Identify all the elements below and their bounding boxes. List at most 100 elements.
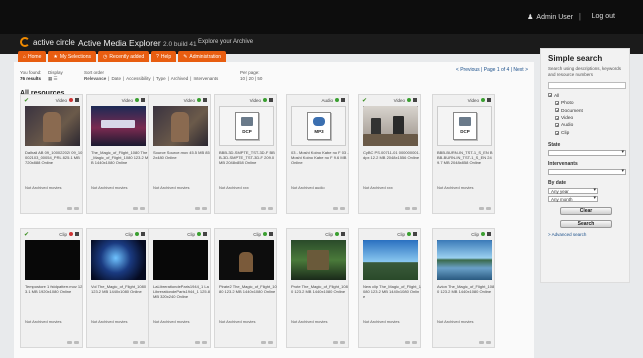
sort-option[interactable]: Type [156,76,166,81]
type-filter-audio[interactable]: ✔ Audio [548,122,622,129]
comment-icon[interactable] [340,341,345,344]
comment-icon[interactable] [140,341,145,344]
thumbnail[interactable] [219,240,274,280]
sort-option[interactable]: Archived [171,76,189,81]
thumbnail[interactable] [153,106,208,146]
checkbox[interactable]: ✔ [555,123,559,128]
search-button[interactable]: Search [560,220,612,229]
resource-card[interactable]: Clip LaLibrerationdeParis1944_1 LaLibrera… [148,228,211,348]
user-menu[interactable]: ♟ Admin User [527,13,573,22]
type-filter-all[interactable]: ✔ All [548,93,622,100]
resource-card[interactable]: ✔ Video Dalhali AB 09_10002202/ 09_1000210… [20,94,83,214]
checkmark-icon[interactable]: ✔ [24,97,29,104]
resource-card[interactable]: ✔ Video CyBC PS.00711-01 000000001.dpx 12.… [358,94,421,214]
resource-card[interactable]: Clip Prote The_Magic_of_Flight_1080 123.2… [286,228,349,348]
comment-icon[interactable] [340,207,345,210]
link-icon[interactable] [261,207,266,210]
grid-view-icon[interactable]: ▦ ☰ [48,76,63,82]
link-icon[interactable] [261,341,266,344]
link-icon[interactable] [333,207,338,210]
previous-link[interactable]: < Previous [456,67,480,73]
comment-icon[interactable] [268,341,273,344]
clear-button[interactable]: Clear [560,207,612,216]
thumbnail[interactable] [437,240,492,280]
thumbnail[interactable] [363,106,418,146]
resource-card[interactable]: Clip New clip The_Magic_of_Flight_1080 12… [358,228,421,348]
intervenants-select[interactable] [548,169,626,176]
checkbox[interactable]: ✔ [555,100,559,105]
resource-type: Clip [397,231,405,237]
link-icon[interactable] [67,207,72,210]
checkmark-icon[interactable]: ✔ [24,231,29,238]
thumbnail[interactable] [363,240,418,280]
logo[interactable]: active circle [20,37,75,47]
thumbnail[interactable] [291,240,346,280]
comment-icon[interactable] [486,341,491,344]
link-icon[interactable] [67,341,72,344]
year-select[interactable]: Any year [548,188,598,195]
resource-info: New clip The_Magic_of_Flight_1080 123.2 … [363,284,421,300]
comment-icon[interactable] [74,207,79,210]
comment-icon[interactable] [202,341,207,344]
thumbnail[interactable] [153,240,208,280]
link-icon[interactable] [333,341,338,344]
link-icon[interactable] [479,341,484,344]
resource-card[interactable]: ✔ Clip Tempostore 1 fstdpatterr.mov 123.1 … [20,228,83,348]
type-filter-document[interactable]: ✔ Document [548,108,622,115]
sort-option[interactable]: Accessibility [126,76,151,81]
archive-status: Not Archived movies [153,185,190,190]
thumbnail[interactable] [25,106,80,146]
mp3-icon[interactable]: MP3 [291,106,346,146]
checkbox[interactable]: ✔ [555,115,559,120]
thumbnail[interactable] [25,240,80,280]
link-icon[interactable] [479,207,484,210]
resource-card[interactable]: Video DCP BBB-3D-SMPTE_TST-3D-F BBB-3D-SMP… [214,94,277,214]
month-select[interactable]: Any month [548,196,598,203]
checkmark-icon[interactable]: ✔ [362,97,367,104]
thumbnail[interactable] [91,240,146,280]
search-input[interactable] [548,81,626,89]
sort-option[interactable]: Relevance [84,76,106,81]
sort-option[interactable]: Date [111,76,121,81]
link-icon[interactable] [133,341,138,344]
intervenants-label: Intervenants [548,161,578,168]
checkbox[interactable]: ✔ [555,130,559,135]
next-link[interactable]: Next > [513,67,528,73]
checkbox[interactable]: ✔ [548,93,552,98]
resource-card[interactable]: Clip Vol The_Magic_of_Flight_1080 123.2 M… [86,228,149,348]
link-icon[interactable] [133,207,138,210]
resource-card[interactable]: Audio MP3 03 - Moshi Koino Kabe no F 03 - … [286,94,349,214]
advanced-search-link[interactable]: > Advanced search [548,232,622,237]
type-filter-video[interactable]: ✔ Video [548,115,622,122]
state-select[interactable] [548,150,626,157]
type-filters: ✔ All ✔ Photo ✔ Document ✔ Video ✔ Audio ✔ Clip [548,93,622,138]
comment-icon[interactable] [268,207,273,210]
comment-icon[interactable] [412,207,417,210]
thumbnail[interactable] [91,106,146,146]
comment-icon[interactable] [412,341,417,344]
checkbox[interactable]: ✔ [555,108,559,113]
type-filter-clip[interactable]: ✔ Clip [548,130,622,137]
link-icon[interactable] [195,341,200,344]
card-actions [479,207,491,210]
resource-card[interactable]: Clip Pirate2 The_Magic_of_Flight_1080 123… [214,228,277,348]
display-toggle[interactable]: Display ▦ ☰ [48,70,63,81]
per-page-options[interactable]: 10 | 20 | 50 [240,76,262,82]
sort-option[interactable]: Intervenants [193,76,218,81]
link-icon[interactable] [195,207,200,210]
resource-card[interactable]: Video DCP BBB-BURN-IN_TST-1_S_EN BBB-BURN-… [432,94,495,214]
resource-card[interactable]: Video The_Magic_of_Flight_1080 The_Magic_… [86,94,149,214]
comment-icon[interactable] [486,207,491,210]
resource-card[interactable]: Clip Avion The_Magic_of_Flight_1080 123.2… [432,228,495,348]
logout-link[interactable]: Log out [592,13,615,20]
resource-info: Dalhali AB 09_10002202/ 09_10002103_0005… [25,150,83,166]
comment-icon[interactable] [140,207,145,210]
type-filter-photo[interactable]: ✔ Photo [548,100,622,107]
dcp-icon[interactable]: DCP [437,106,492,146]
link-icon[interactable] [405,207,410,210]
comment-icon[interactable] [202,207,207,210]
dcp-icon[interactable]: DCP [219,106,274,146]
comment-icon[interactable] [74,341,79,344]
resource-card[interactable]: Video Source Source.mov 45.5 MB 852x480 O… [148,94,211,214]
link-icon[interactable] [405,341,410,344]
